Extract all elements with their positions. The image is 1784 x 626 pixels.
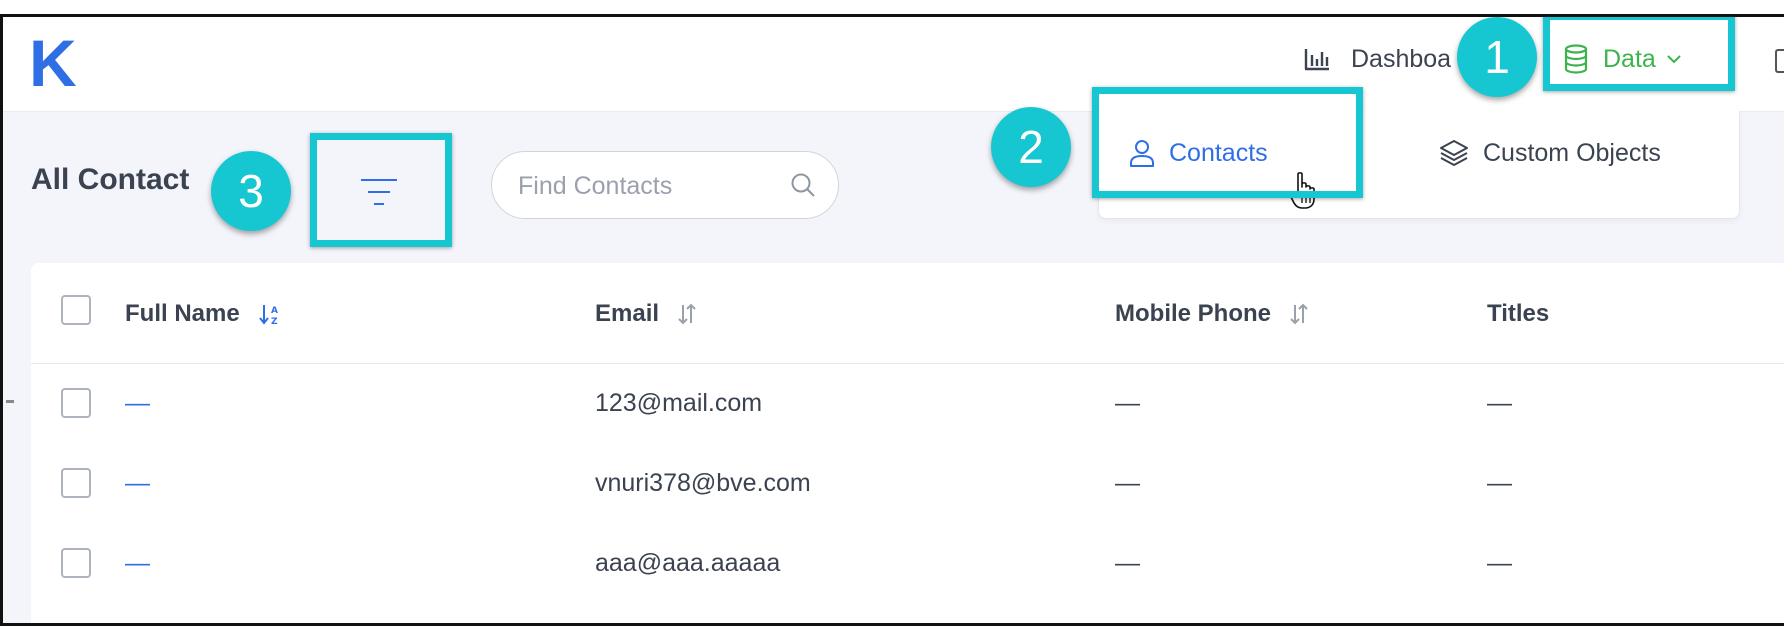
sort-az-icon[interactable]: A Z — [258, 302, 282, 326]
highlight-box-filter — [310, 133, 452, 247]
contacts-table: Full Name A Z Email Mobile Phone Titles … — [31, 263, 1784, 623]
search-input[interactable] — [516, 166, 780, 206]
column-header-email[interactable]: Email — [595, 297, 697, 331]
table-header: Full Name A Z Email Mobile Phone Titles — [31, 263, 1784, 364]
app-window: K Dashboa Data Contacts Custom Objects A… — [0, 14, 1784, 626]
app-logo[interactable]: K — [29, 27, 77, 99]
menu-item-custom-objects-label: Custom Objects — [1483, 138, 1661, 167]
cell-titles: — — [1487, 469, 1512, 497]
column-header-label: Mobile Phone — [1115, 300, 1271, 327]
svg-text:A: A — [271, 306, 278, 316]
cell-email: 123@mail.com — [595, 389, 763, 417]
edge-marker — [6, 400, 14, 403]
table-row[interactable]: — aaa@aaa.aaaaa — — — [31, 523, 1784, 603]
column-header-label: Titles — [1487, 300, 1550, 327]
column-header-label: Full Name — [125, 300, 240, 327]
table-row[interactable]: — vnuri378@bve.com — — — [31, 443, 1784, 523]
highlight-box-data-menu — [1543, 17, 1735, 91]
cell-full-name[interactable]: — — [125, 545, 150, 581]
cell-titles: — — [1487, 389, 1512, 417]
sort-icon[interactable] — [677, 302, 697, 326]
search-icon[interactable] — [790, 172, 816, 198]
menu-item-custom-objects[interactable]: Custom Objects — [1439, 133, 1661, 173]
cell-full-name[interactable]: — — [125, 465, 150, 501]
column-header-full-name[interactable]: Full Name A Z — [125, 297, 282, 331]
row-checkbox[interactable] — [61, 548, 91, 578]
step-badge-1: 1 — [1457, 17, 1537, 97]
column-header-label: Email — [595, 300, 660, 327]
column-header-mobile-phone[interactable]: Mobile Phone — [1115, 297, 1309, 331]
page-title: All Contact — [31, 163, 190, 196]
highlight-box-contacts — [1092, 87, 1363, 198]
cell-mobile-phone: — — [1115, 389, 1140, 417]
step-badge-3: 3 — [211, 151, 291, 231]
sort-icon[interactable] — [1289, 302, 1309, 326]
cell-email: aaa@aaa.aaaaa — [595, 549, 781, 577]
cell-mobile-phone: — — [1115, 469, 1140, 497]
row-checkbox[interactable] — [61, 468, 91, 498]
cell-mobile-phone: — — [1115, 549, 1140, 577]
bar-chart-icon — [1304, 49, 1329, 71]
nav-dashboards-label: Dashboa — [1351, 44, 1452, 73]
svg-text:Z: Z — [271, 317, 278, 326]
calendar-icon[interactable] — [1775, 49, 1784, 73]
step-badge-2: 2 — [991, 107, 1071, 187]
column-header-titles[interactable]: Titles — [1487, 297, 1549, 331]
select-all-checkbox[interactable] — [61, 295, 91, 325]
table-row[interactable]: — 123@mail.com — — — [31, 363, 1784, 443]
layers-icon — [1440, 140, 1468, 166]
row-checkbox[interactable] — [61, 388, 91, 418]
cell-email: vnuri378@bve.com — [595, 469, 811, 497]
cell-titles: — — [1487, 549, 1512, 577]
nav-dashboards[interactable]: Dashboa — [1303, 39, 1451, 79]
search-box — [491, 151, 839, 219]
cell-full-name[interactable]: — — [125, 385, 150, 421]
